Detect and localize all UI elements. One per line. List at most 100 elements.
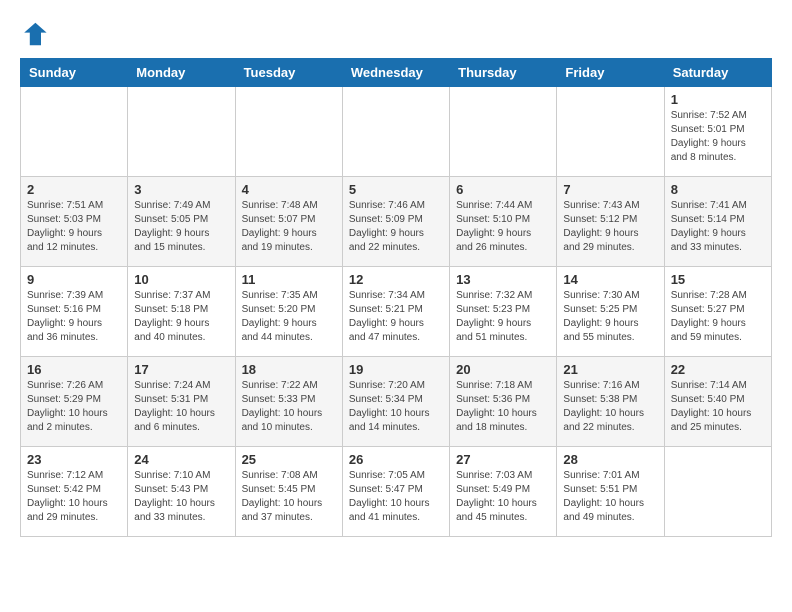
day-cell: 7 Sunrise: 7:43 AM Sunset: 5:12 PM Daylig… [557,177,664,267]
day-info: Sunrise: 7:48 AM Sunset: 5:07 PM Dayligh… [242,199,336,255]
day-info: Sunrise: 7:22 AM Sunset: 5:33 PM Dayligh… [242,379,336,435]
logo [20,20,52,48]
day-info: Sunrise: 7:05 AM Sunset: 5:47 PM Dayligh… [349,469,443,525]
day-cell: 14 Sunrise: 7:30 AM Sunset: 5:25 PM Dayli… [557,267,664,357]
day-cell: 16 Sunrise: 7:26 AM Sunset: 5:29 PM Dayli… [21,357,128,447]
logo-icon [20,20,48,48]
day-number: 3 [134,182,228,197]
day-info: Sunrise: 7:43 AM Sunset: 5:12 PM Dayligh… [563,199,657,255]
day-info: Sunrise: 7:34 AM Sunset: 5:21 PM Dayligh… [349,289,443,345]
day-cell [128,87,235,177]
day-number: 28 [563,452,657,467]
day-info: Sunrise: 7:01 AM Sunset: 5:51 PM Dayligh… [563,469,657,525]
day-number: 17 [134,362,228,377]
day-cell [342,87,449,177]
col-header-wednesday: Wednesday [342,59,449,87]
day-cell: 25 Sunrise: 7:08 AM Sunset: 5:45 PM Dayli… [235,447,342,537]
day-info: Sunrise: 7:12 AM Sunset: 5:42 PM Dayligh… [27,469,121,525]
week-row-3: 9 Sunrise: 7:39 AM Sunset: 5:16 PM Daylig… [21,267,772,357]
day-cell: 20 Sunrise: 7:18 AM Sunset: 5:36 PM Dayli… [450,357,557,447]
day-cell [21,87,128,177]
day-cell: 2 Sunrise: 7:51 AM Sunset: 5:03 PM Daylig… [21,177,128,267]
day-info: Sunrise: 7:41 AM Sunset: 5:14 PM Dayligh… [671,199,765,255]
day-number: 23 [27,452,121,467]
day-cell: 5Sunrise: 7:46 AM Sunset: 5:09 PM Daylig… [342,177,449,267]
day-number: 11 [242,272,336,287]
col-header-monday: Monday [128,59,235,87]
day-cell: 12 Sunrise: 7:34 AM Sunset: 5:21 PM Dayli… [342,267,449,357]
week-row-5: 23 Sunrise: 7:12 AM Sunset: 5:42 PM Dayli… [21,447,772,537]
day-cell: 28 Sunrise: 7:01 AM Sunset: 5:51 PM Dayli… [557,447,664,537]
day-info: Sunrise: 7:51 AM Sunset: 5:03 PM Dayligh… [27,199,121,255]
day-number: 7 [563,182,657,197]
week-row-1: 1 Sunrise: 7:52 AM Sunset: 5:01 PM Daylig… [21,87,772,177]
day-info: Sunrise: 7:20 AM Sunset: 5:34 PM Dayligh… [349,379,443,435]
day-cell: 6 Sunrise: 7:44 AM Sunset: 5:10 PM Daylig… [450,177,557,267]
day-info: Sunrise: 7:28 AM Sunset: 5:27 PM Dayligh… [671,289,765,345]
day-number: 10 [134,272,228,287]
day-info: Sunrise: 7:35 AM Sunset: 5:20 PM Dayligh… [242,289,336,345]
day-cell: 22 Sunrise: 7:14 AM Sunset: 5:40 PM Dayli… [664,357,771,447]
day-info: Sunrise: 7:52 AM Sunset: 5:01 PM Dayligh… [671,109,765,165]
day-cell [557,87,664,177]
col-header-tuesday: Tuesday [235,59,342,87]
day-cell: 19 Sunrise: 7:20 AM Sunset: 5:34 PM Dayli… [342,357,449,447]
day-cell: 21Sunrise: 7:16 AM Sunset: 5:38 PM Dayli… [557,357,664,447]
day-number: 13 [456,272,550,287]
day-cell: 17 Sunrise: 7:24 AM Sunset: 5:31 PM Dayli… [128,357,235,447]
day-cell [235,87,342,177]
day-info: Sunrise: 7:10 AM Sunset: 5:43 PM Dayligh… [134,469,228,525]
day-cell: 9 Sunrise: 7:39 AM Sunset: 5:16 PM Daylig… [21,267,128,357]
day-cell: 18 Sunrise: 7:22 AM Sunset: 5:33 PM Dayli… [235,357,342,447]
day-number: 16 [27,362,121,377]
day-cell: 27Sunrise: 7:03 AM Sunset: 5:49 PM Dayli… [450,447,557,537]
col-header-friday: Friday [557,59,664,87]
day-info: Sunrise: 7:37 AM Sunset: 5:18 PM Dayligh… [134,289,228,345]
day-number: 6 [456,182,550,197]
col-header-sunday: Sunday [21,59,128,87]
day-number: 15 [671,272,765,287]
week-row-2: 2 Sunrise: 7:51 AM Sunset: 5:03 PM Daylig… [21,177,772,267]
day-cell: 13 Sunrise: 7:32 AM Sunset: 5:23 PM Dayli… [450,267,557,357]
day-cell: 10 Sunrise: 7:37 AM Sunset: 5:18 PM Dayli… [128,267,235,357]
day-info: Sunrise: 7:30 AM Sunset: 5:25 PM Dayligh… [563,289,657,345]
day-info: Sunrise: 7:39 AM Sunset: 5:16 PM Dayligh… [27,289,121,345]
day-number: 18 [242,362,336,377]
day-cell [664,447,771,537]
day-number: 19 [349,362,443,377]
day-number: 2 [27,182,121,197]
day-number: 20 [456,362,550,377]
day-number: 1 [671,92,765,107]
day-info: Sunrise: 7:14 AM Sunset: 5:40 PM Dayligh… [671,379,765,435]
day-info: Sunrise: 7:24 AM Sunset: 5:31 PM Dayligh… [134,379,228,435]
day-number: 21 [563,362,657,377]
calendar-header-row: SundayMondayTuesdayWednesdayThursdayFrid… [21,59,772,87]
day-number: 8 [671,182,765,197]
day-number: 26 [349,452,443,467]
day-info: Sunrise: 7:03 AM Sunset: 5:49 PM Dayligh… [456,469,550,525]
day-info: Sunrise: 7:49 AM Sunset: 5:05 PM Dayligh… [134,199,228,255]
col-header-thursday: Thursday [450,59,557,87]
day-number: 14 [563,272,657,287]
day-cell: 11 Sunrise: 7:35 AM Sunset: 5:20 PM Dayli… [235,267,342,357]
day-number: 4 [242,182,336,197]
day-cell: 24 Sunrise: 7:10 AM Sunset: 5:43 PM Dayli… [128,447,235,537]
day-number: 24 [134,452,228,467]
day-cell: 4 Sunrise: 7:48 AM Sunset: 5:07 PM Daylig… [235,177,342,267]
col-header-saturday: Saturday [664,59,771,87]
day-number: 25 [242,452,336,467]
day-number: 12 [349,272,443,287]
calendar-table: SundayMondayTuesdayWednesdayThursdayFrid… [20,58,772,537]
header [20,20,772,48]
day-info: Sunrise: 7:32 AM Sunset: 5:23 PM Dayligh… [456,289,550,345]
day-cell: 1 Sunrise: 7:52 AM Sunset: 5:01 PM Daylig… [664,87,771,177]
day-info: Sunrise: 7:44 AM Sunset: 5:10 PM Dayligh… [456,199,550,255]
day-cell: 26 Sunrise: 7:05 AM Sunset: 5:47 PM Dayli… [342,447,449,537]
day-info: Sunrise: 7:26 AM Sunset: 5:29 PM Dayligh… [27,379,121,435]
day-cell: 23 Sunrise: 7:12 AM Sunset: 5:42 PM Dayli… [21,447,128,537]
day-info: Sunrise: 7:18 AM Sunset: 5:36 PM Dayligh… [456,379,550,435]
day-number: 9 [27,272,121,287]
day-info: Sunrise: 7:46 AM Sunset: 5:09 PM Dayligh… [349,199,443,255]
day-info: Sunrise: 7:08 AM Sunset: 5:45 PM Dayligh… [242,469,336,525]
day-number: 22 [671,362,765,377]
